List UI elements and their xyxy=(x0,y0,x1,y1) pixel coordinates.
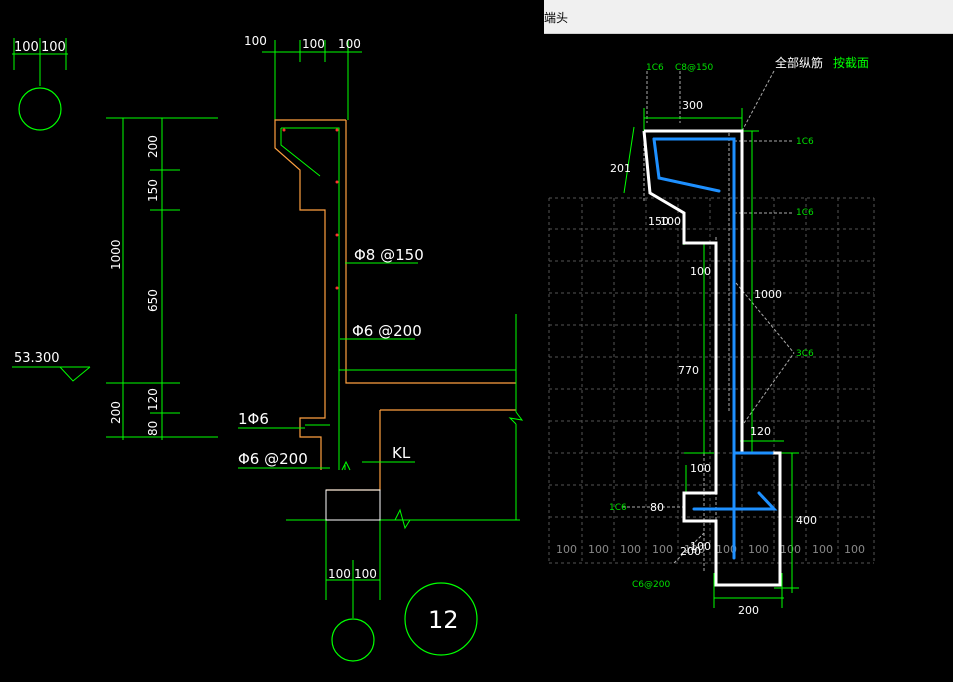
label-200a: 200 xyxy=(680,545,701,558)
dim-650: 650 xyxy=(146,289,160,312)
label-3c6: 3C6 xyxy=(796,349,814,359)
svg-text:100: 100 xyxy=(844,543,865,556)
label-770: 770 xyxy=(678,364,699,377)
section-outline xyxy=(274,119,346,470)
label-200b: 200 xyxy=(738,604,759,617)
rebar-label-phi8: Φ8 @150 xyxy=(354,246,424,264)
top-left-dim-1: 100 xyxy=(14,40,39,55)
svg-text:100: 100 xyxy=(652,543,673,556)
label-c8-150: C8@150 xyxy=(675,63,713,73)
elevation-marker xyxy=(12,366,91,382)
label-120: 120 xyxy=(750,425,771,438)
bottom-dim-1: 100 xyxy=(328,567,351,581)
cad-drawing-left: 100 100 53.300 1000 200 150 650 120 80 2… xyxy=(12,34,524,662)
label-1c6-left: 1C6 xyxy=(609,503,627,513)
dim-total: 1000 xyxy=(109,239,123,270)
label-1000: 1000 xyxy=(754,288,782,301)
leader-lines xyxy=(238,262,418,469)
dim-80: 80 xyxy=(146,421,160,436)
dim-120: 120 xyxy=(146,388,160,411)
section-labels: 1C6 C8@150 300 1C6 201 1C6 150 100 100 1… xyxy=(609,63,817,617)
top-dim-1: 100 xyxy=(244,34,267,48)
label-1c6-top: 1C6 xyxy=(646,63,664,73)
label-100c: 100 xyxy=(690,462,711,475)
preview-title-bar: 端头 xyxy=(544,0,953,34)
detail-number: 12 xyxy=(428,606,459,634)
column-box xyxy=(325,489,381,521)
axis-circle-top xyxy=(18,87,62,131)
preview-title: 端头 xyxy=(544,11,569,25)
rebar-label-phi6-200-b: Φ6 @200 xyxy=(238,450,308,468)
section-preview-panel: 端头 100 100 100 100 100 100 100 100 100 1… xyxy=(544,0,953,682)
dashed-leaders xyxy=(622,70,795,573)
label-1c6-r2: 1C6 xyxy=(796,208,814,218)
label-100b: 100 xyxy=(690,265,711,278)
label-300: 300 xyxy=(682,99,703,112)
top-dimension-chain xyxy=(262,40,362,120)
rebar-blue xyxy=(652,137,778,560)
bottom-dim-2: 100 xyxy=(354,567,377,581)
label-1c6-r1: 1C6 xyxy=(796,137,814,147)
label-80: 80 xyxy=(650,501,664,514)
column-lines xyxy=(325,490,381,618)
by-section-link[interactable]: 按截面 xyxy=(833,56,869,70)
svg-text:100: 100 xyxy=(556,543,577,556)
label-201: 201 xyxy=(610,162,631,175)
svg-text:100: 100 xyxy=(588,543,609,556)
dim-150: 150 xyxy=(146,179,160,202)
axis-circle-bottom xyxy=(331,618,375,662)
top-left-dim-2: 100 xyxy=(41,40,66,55)
svg-text:100: 100 xyxy=(748,543,769,556)
section-preview-canvas[interactable]: 100 100 100 100 100 100 100 100 100 100 … xyxy=(544,33,953,682)
svg-text:100: 100 xyxy=(780,543,801,556)
svg-text:100: 100 xyxy=(812,543,833,556)
beam-label-kl: KL xyxy=(392,444,411,462)
rebar-label-1phi6: 1Φ6 xyxy=(238,410,269,428)
all-bars-label: 全部纵筋 xyxy=(775,55,823,70)
dim-200: 200 xyxy=(146,135,160,158)
label-400: 400 xyxy=(796,514,817,527)
top-dim-3: 100 xyxy=(338,37,361,51)
label-c6-200: C6@200 xyxy=(632,580,670,590)
vertical-dimension-chain xyxy=(106,117,218,440)
label-100a: 100 xyxy=(660,215,681,228)
beam-outline xyxy=(326,410,381,491)
elevation-text: 53.300 xyxy=(14,351,60,366)
svg-text:100: 100 xyxy=(620,543,641,556)
rebar-label-phi6-200: Φ6 @200 xyxy=(352,322,422,340)
dim-lower-200: 200 xyxy=(109,401,123,424)
top-dim-2: 100 xyxy=(302,37,325,51)
